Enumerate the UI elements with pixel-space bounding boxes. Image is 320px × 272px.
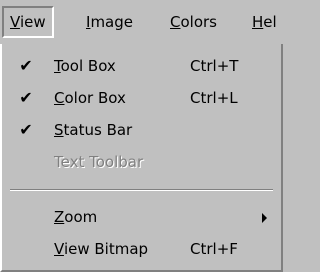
menu-help[interactable]: Hel — [244, 6, 285, 38]
menu-item-shortcut: Ctrl+L — [190, 89, 238, 107]
menu-view[interactable]: View — [2, 6, 54, 38]
checkmark-icon: ✔ — [19, 120, 33, 139]
menu-item-shortcut: Ctrl+T — [190, 57, 239, 75]
menu-item-color-box[interactable]: ✔ Color Box Ctrl+L — [2, 82, 281, 114]
menu-image[interactable]: Image — [78, 6, 141, 38]
menu-colors[interactable]: Colors — [162, 6, 225, 38]
menu-item-label: Text Toolbar — [54, 153, 144, 171]
submenu-arrow-icon — [262, 213, 267, 223]
menu-item-shortcut: Ctrl+F — [190, 240, 238, 258]
menu-item-label: Status Bar — [54, 121, 133, 139]
menu-item-zoom[interactable]: Zoom — [2, 201, 281, 233]
menu-item-label: Color Box — [54, 89, 126, 107]
menu-item-label: Zoom — [54, 208, 98, 226]
menu-item-label: Tool Box — [54, 57, 116, 75]
menu-item-view-bitmap[interactable]: View Bitmap Ctrl+F — [2, 233, 281, 265]
menu-bar: View Image Colors Hel — [0, 0, 286, 44]
menu-separator — [10, 189, 273, 191]
menu-item-text-toolbar: Text Toolbar — [2, 146, 281, 178]
menu-item-label: View Bitmap — [54, 240, 149, 258]
checkmark-icon: ✔ — [19, 56, 33, 75]
checkmark-icon: ✔ — [19, 88, 33, 107]
menu-item-tool-box[interactable]: ✔ Tool Box Ctrl+T — [2, 50, 281, 82]
view-menu-dropdown: ✔ Tool Box Ctrl+T ✔ Color Box Ctrl+L ✔ S… — [0, 44, 283, 272]
menu-item-status-bar[interactable]: ✔ Status Bar — [2, 114, 281, 146]
